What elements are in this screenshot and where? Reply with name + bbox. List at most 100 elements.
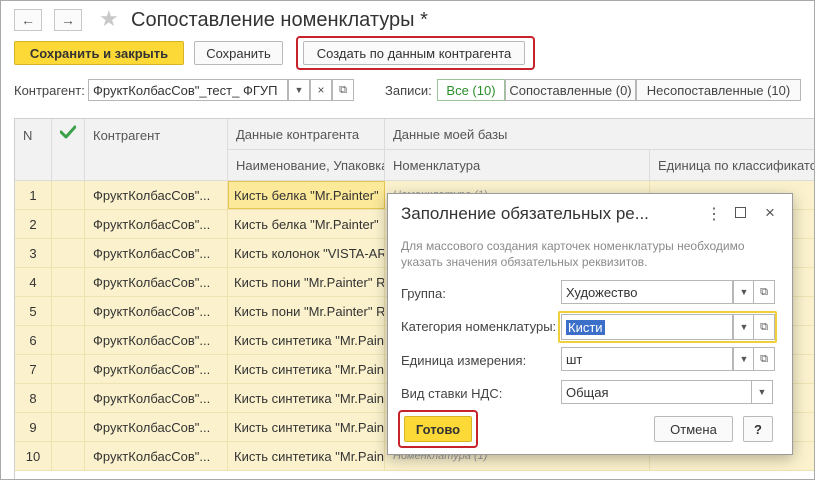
row-name[interactable]: Кисть пони "Mr.Painter" R <box>228 268 385 296</box>
row-number[interactable]: 2 <box>15 210 52 238</box>
unit-label: Единица измерения: <box>401 353 527 368</box>
row-name[interactable]: Кисть колонок "VISTA-ARTISTA" <box>228 239 385 267</box>
row-counterparty[interactable]: ФруктКолбасСов"... <box>85 181 228 209</box>
favorite-star-icon[interactable]: ★ <box>99 7 119 31</box>
row-number[interactable]: 9 <box>15 413 52 441</box>
row-counterparty[interactable]: ФруктКолбасСов"... <box>85 413 228 441</box>
open-link-icon: ⧉ <box>760 285 768 298</box>
vat-label: Вид ставки НДС: <box>401 386 503 401</box>
open-button[interactable]: ⧉ <box>332 79 354 101</box>
counterparty-field[interactable]: ФруктКолбасСов"_тест_ ФГУП <box>88 79 288 101</box>
category-open-button[interactable]: ⧉ <box>753 314 775 340</box>
unit-field[interactable]: шт <box>561 347 733 371</box>
group-dropdown-button[interactable]: ▼ <box>733 280 755 304</box>
row-counterparty[interactable]: ФруктКолбасСов"... <box>85 442 228 470</box>
vat-field[interactable]: Общая <box>561 380 753 404</box>
row-counterparty[interactable]: ФруктКолбасСов"... <box>85 297 228 325</box>
row-number[interactable]: 8 <box>15 384 52 412</box>
category-selected-text: Кисти <box>566 319 605 335</box>
vat-dropdown-button[interactable]: ▼ <box>751 380 773 404</box>
group-field[interactable]: Художество <box>561 280 733 304</box>
row-check[interactable] <box>52 181 85 209</box>
row-counterparty[interactable]: ФруктКолбасСов"... <box>85 326 228 354</box>
app-window: ← → ★ Сопоставление номенклатуры * Сохра… <box>0 0 815 480</box>
row-check[interactable] <box>52 268 85 296</box>
segment-all[interactable]: Все (10) <box>437 79 505 101</box>
dialog-title: Заполнение обязательных ре... <box>401 204 649 223</box>
row-counterparty[interactable]: ФруктКолбасСов"... <box>85 210 228 238</box>
row-counterparty[interactable]: ФруктКолбасСов"... <box>85 355 228 383</box>
header-unit[interactable]: Единица по классификатору <box>650 150 814 181</box>
row-check[interactable] <box>52 413 85 441</box>
row-name[interactable]: Кисть белка "Mr.Painter" <box>228 181 385 209</box>
row-name[interactable]: Кисть синтетика "Mr.Painter" <box>228 442 385 470</box>
row-name[interactable]: Кисть синтетика "Mr.Painter" <box>228 355 385 383</box>
maximize-icon[interactable] <box>735 207 746 218</box>
checkmark-icon <box>60 125 76 139</box>
header-cp-name[interactable]: Наименование, Упаковка <box>228 150 385 181</box>
cancel-button[interactable]: Отмена <box>654 416 733 442</box>
row-counterparty[interactable]: ФруктКолбасСов"... <box>85 384 228 412</box>
row-number[interactable]: 7 <box>15 355 52 383</box>
row-check[interactable] <box>52 210 85 238</box>
row-number[interactable]: 3 <box>15 239 52 267</box>
row-number[interactable]: 4 <box>15 268 52 296</box>
row-counterparty[interactable]: ФруктКолбасСов"... <box>85 268 228 296</box>
row-number[interactable]: 5 <box>15 297 52 325</box>
back-button[interactable]: ← <box>14 9 42 31</box>
counterparty-label: Контрагент: <box>14 83 85 98</box>
clear-button[interactable]: × <box>310 79 332 101</box>
row-counterparty[interactable]: ФруктКолбасСов"... <box>85 239 228 267</box>
category-field[interactable]: Кисти <box>561 314 733 340</box>
open-link-icon: ⧉ <box>760 320 768 333</box>
header-check[interactable] <box>52 119 85 181</box>
required-fields-dialog: Заполнение обязательных ре... ⋮ × Для ма… <box>387 193 793 455</box>
row-check[interactable] <box>52 384 85 412</box>
dropdown-button[interactable]: ▼ <box>288 79 310 101</box>
segment-matched[interactable]: Сопоставленные (0) <box>505 79 636 101</box>
open-link-icon: ⧉ <box>339 83 347 96</box>
row-name[interactable]: Кисть пони "Mr.Painter" R <box>228 297 385 325</box>
page-title: Сопоставление номенклатуры * <box>131 9 428 31</box>
more-icon[interactable]: ⋮ <box>706 204 722 224</box>
unit-open-button[interactable]: ⧉ <box>753 347 775 371</box>
header-cp-data[interactable]: Данные контрагента <box>228 119 385 150</box>
records-label: Записи: <box>385 83 432 98</box>
unit-dropdown-button[interactable]: ▼ <box>733 347 755 371</box>
close-icon: × <box>317 83 325 97</box>
save-and-close-button[interactable]: Сохранить и закрыть <box>14 41 184 65</box>
chevron-down-icon: ▼ <box>739 322 749 332</box>
help-button[interactable]: ? <box>743 416 773 442</box>
row-check[interactable] <box>52 326 85 354</box>
row-name[interactable]: Кисть белка "Mr.Painter" <box>228 210 385 238</box>
row-check[interactable] <box>52 355 85 383</box>
header-my-db[interactable]: Данные моей базы <box>385 119 814 150</box>
row-name[interactable]: Кисть синтетика "Mr.Painter" <box>228 384 385 412</box>
header-n[interactable]: N <box>15 119 52 181</box>
header-nomenclature[interactable]: Номенклатура <box>385 150 650 181</box>
row-check[interactable] <box>52 442 85 470</box>
chevron-down-icon: ▼ <box>294 85 304 95</box>
category-dropdown-button[interactable]: ▼ <box>733 314 755 340</box>
segment-unmatched[interactable]: Несопоставленные (10) <box>636 79 801 101</box>
row-name[interactable]: Кисть синтетика "Mr.Painter" <box>228 413 385 441</box>
row-number[interactable]: 10 <box>15 442 52 470</box>
forward-button[interactable]: → <box>54 9 82 31</box>
row-number[interactable]: 6 <box>15 326 52 354</box>
arrow-right-icon: → <box>61 12 75 28</box>
group-open-button[interactable]: ⧉ <box>753 280 775 304</box>
close-icon[interactable]: × <box>765 203 775 223</box>
row-number[interactable]: 1 <box>15 181 52 209</box>
chevron-down-icon: ▼ <box>739 354 749 364</box>
group-label: Группа: <box>401 286 446 301</box>
row-check[interactable] <box>52 239 85 267</box>
ok-button[interactable]: Готово <box>404 416 472 442</box>
row-check[interactable] <box>52 297 85 325</box>
save-button[interactable]: Сохранить <box>194 41 283 65</box>
row-name[interactable]: Кисть синтетика "Mr.Painter" <box>228 326 385 354</box>
create-by-counterparty-button[interactable]: Создать по данным контрагента <box>303 41 525 65</box>
header-counterparty[interactable]: Контрагент <box>85 119 228 181</box>
chevron-down-icon: ▼ <box>757 387 767 397</box>
arrow-left-icon: ← <box>21 12 35 28</box>
dialog-description: Для массового создания карточек номенкла… <box>401 239 745 269</box>
